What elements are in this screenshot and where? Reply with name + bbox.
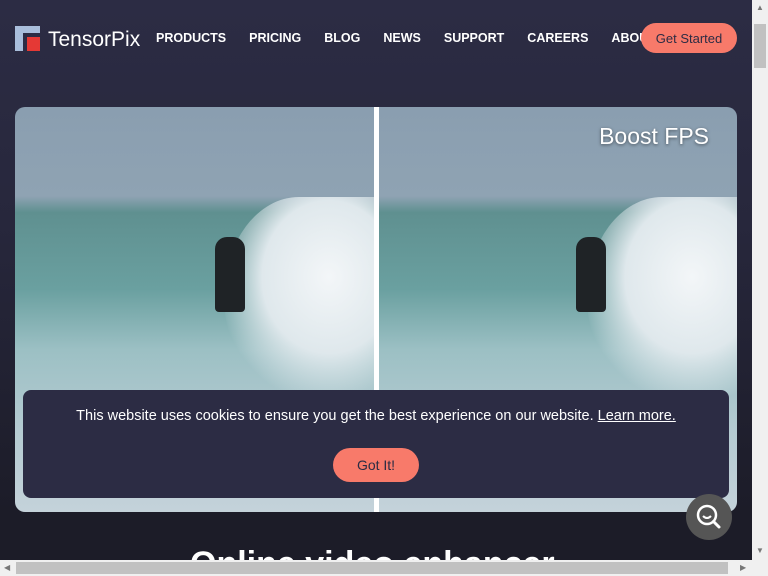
horizontal-scrollbar[interactable]: ◀ ▶ bbox=[0, 560, 752, 576]
scroll-left-icon[interactable]: ◀ bbox=[4, 563, 10, 572]
nav-products[interactable]: PRODUCTS bbox=[156, 31, 226, 45]
cookie-banner: This website uses cookies to ensure you … bbox=[23, 390, 729, 498]
scroll-up-icon[interactable]: ▲ bbox=[756, 3, 764, 12]
main-nav: PRODUCTS PRICING BLOG NEWS SUPPORT CAREE… bbox=[156, 31, 679, 45]
logo[interactable]: TensorPix bbox=[15, 26, 140, 51]
search-icon bbox=[696, 504, 721, 529]
cookie-message: This website uses cookies to ensure you … bbox=[76, 408, 594, 424]
scroll-down-icon[interactable]: ▼ bbox=[756, 546, 764, 555]
vertical-scrollbar[interactable]: ▲ ▼ bbox=[752, 0, 768, 560]
logo-text: TensorPix bbox=[48, 28, 141, 51]
scrollbar-corner bbox=[752, 560, 768, 576]
nav-pricing[interactable]: PRICING bbox=[249, 31, 301, 45]
vertical-scroll-thumb[interactable] bbox=[754, 24, 766, 68]
logo-mark-icon bbox=[15, 26, 40, 51]
section-heading: Online video enhancer bbox=[190, 545, 555, 560]
learn-more-link[interactable]: Learn more. bbox=[598, 408, 676, 424]
got-it-button[interactable]: Got It! bbox=[333, 448, 419, 482]
nav-blog[interactable]: BLOG bbox=[324, 31, 360, 45]
nav-support[interactable]: SUPPORT bbox=[444, 31, 504, 45]
horizontal-scroll-thumb[interactable] bbox=[16, 562, 728, 574]
boost-fps-label: Boost FPS bbox=[599, 123, 709, 149]
cookie-message-row: This website uses cookies to ensure you … bbox=[23, 408, 729, 424]
nav-careers[interactable]: CAREERS bbox=[527, 31, 588, 45]
page: TensorPix PRODUCTS PRICING BLOG NEWS SUP… bbox=[0, 0, 752, 560]
get-started-button[interactable]: Get Started bbox=[641, 23, 737, 53]
scroll-right-icon[interactable]: ▶ bbox=[740, 563, 746, 572]
nav-news[interactable]: NEWS bbox=[383, 31, 421, 45]
search-button[interactable] bbox=[686, 494, 732, 540]
